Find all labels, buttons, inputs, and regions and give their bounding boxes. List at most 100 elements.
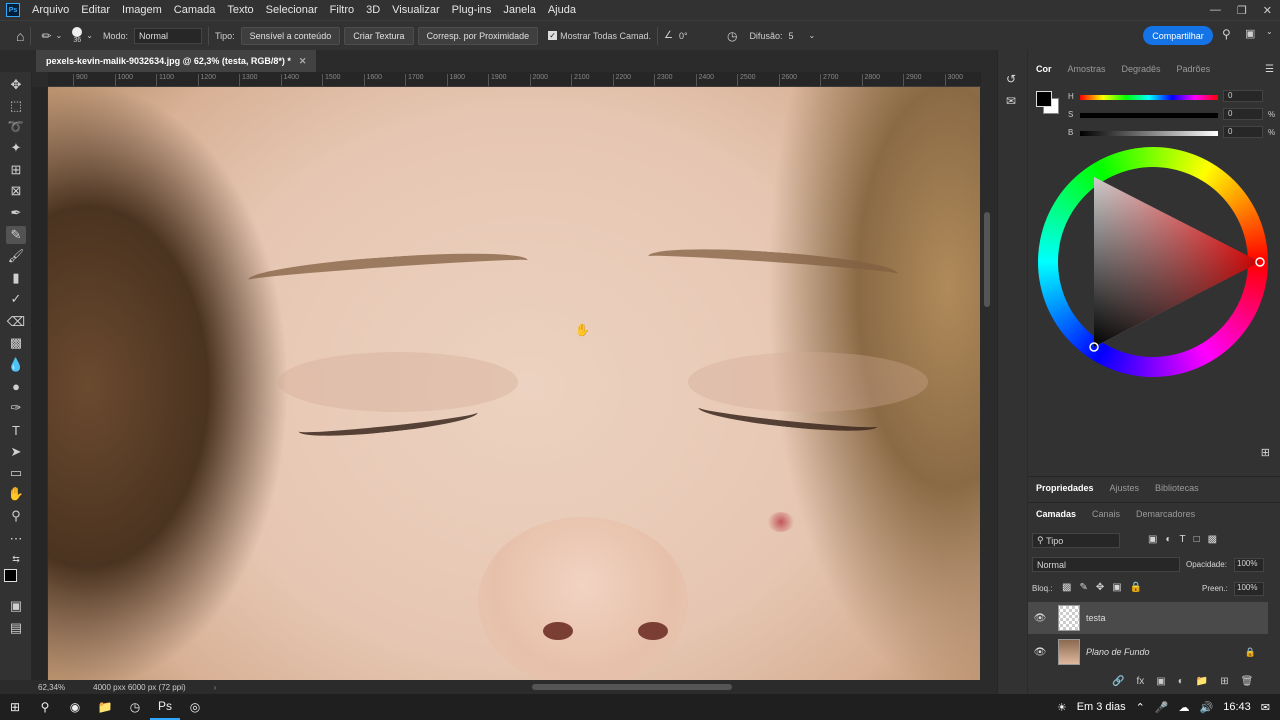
close-tab-icon[interactable]: ✕ <box>299 56 307 67</box>
notifications-icon[interactable]: ✉ <box>1261 701 1270 714</box>
chevron-up-icon[interactable]: ⌃ <box>1136 701 1145 714</box>
menu-visualizar[interactable]: Visualizar <box>386 4 446 16</box>
hue-slider[interactable]: H 0 <box>1068 90 1278 104</box>
menu-3d[interactable]: 3D <box>360 4 386 16</box>
share-button[interactable]: Compartilhar <box>1143 26 1213 45</box>
brush-preset-picker[interactable]: 36 <box>72 27 83 44</box>
color-wheel[interactable] <box>1038 147 1268 377</box>
type-tool-icon[interactable]: T <box>6 421 26 439</box>
eyedropper-tool-icon[interactable]: ✒ <box>6 204 26 222</box>
tab-cor[interactable]: Cor <box>1028 64 1060 74</box>
add-icon[interactable]: ⊞ <box>1261 446 1270 459</box>
chevron-down-icon[interactable]: ⌄ <box>808 31 815 40</box>
zoom-level[interactable]: 62,34% <box>38 683 65 692</box>
windows-start-icon[interactable]: ⊞ <box>0 694 30 720</box>
menu-camada[interactable]: Camada <box>168 4 222 16</box>
lasso-tool-icon[interactable]: ➰ <box>6 118 26 136</box>
search-icon[interactable]: ⚲ <box>30 694 60 720</box>
brush-tool-icon[interactable]: 🖌 <box>6 247 26 265</box>
document-tab[interactable]: pexels-kevin-malik-9032634.jpg @ 62,3% (… <box>36 50 317 72</box>
layer-row[interactable]: 👁 testa <box>1028 602 1268 634</box>
add-mask-icon[interactable]: ▣ <box>1156 676 1165 687</box>
diffusion-field[interactable]: 5 <box>788 31 808 41</box>
frame-tool-icon[interactable]: ⊠ <box>6 182 26 200</box>
horizontal-scrollbar-thumb[interactable] <box>532 684 732 690</box>
pen-tool-icon[interactable]: ✑ <box>6 399 26 417</box>
tab-amostras[interactable]: Amostras <box>1060 64 1114 74</box>
tab-bibliotecas[interactable]: Bibliotecas <box>1147 483 1207 493</box>
tab-padroes[interactable]: Padrões <box>1169 64 1219 74</box>
sample-all-layers-checkbox[interactable]: ✓ Mostrar Todas Camad. <box>548 31 651 41</box>
layer-name[interactable]: Plano de Fundo <box>1086 647 1150 657</box>
menu-janela[interactable]: Janela <box>497 4 541 16</box>
tab-demarcadores[interactable]: Demarcadores <box>1128 509 1203 519</box>
hand-tool-icon[interactable]: ✋ <box>6 485 26 503</box>
tab-degrades[interactable]: Degradês <box>1114 64 1169 74</box>
quick-selection-tool-icon[interactable]: ✦ <box>6 139 26 157</box>
hue-value[interactable]: 0 <box>1223 90 1263 102</box>
saturation-slider[interactable]: S 0 % <box>1068 108 1278 122</box>
layer-name[interactable]: testa <box>1086 613 1106 623</box>
tab-ajustes[interactable]: Ajustes <box>1102 483 1148 493</box>
chevron-right-icon[interactable]: › <box>214 683 217 692</box>
foreground-swatch[interactable] <box>1036 91 1052 107</box>
link-layers-icon[interactable]: 🔗 <box>1112 676 1124 687</box>
saturation-value[interactable]: 0 <box>1223 108 1263 120</box>
type-filter-icon[interactable]: T <box>1180 534 1186 545</box>
weather-text[interactable]: Em 3 dias <box>1077 701 1126 713</box>
pixel-filter-icon[interactable]: ▣ <box>1148 534 1157 545</box>
new-layer-icon[interactable]: ⊞ <box>1220 676 1228 687</box>
chevron-down-icon[interactable]: ⌄ <box>56 31 63 40</box>
chevron-down-icon[interactable]: ⌄ <box>1266 27 1273 36</box>
zoom-tool-icon[interactable]: ⚲ <box>6 507 26 525</box>
proximity-match-button[interactable]: Corresp. por Proximidade <box>417 26 539 45</box>
tab-canais[interactable]: Canais <box>1084 509 1128 519</box>
panel-menu-icon[interactable]: ☰ <box>1265 64 1274 75</box>
chevron-down-icon[interactable]: ⌄ <box>86 31 93 40</box>
scroll-thumb[interactable] <box>984 212 990 307</box>
saturation-bar[interactable] <box>1080 113 1218 118</box>
search-icon[interactable]: ⚲ <box>1222 27 1231 41</box>
lock-transparency-icon[interactable]: ▩ <box>1062 582 1071 593</box>
lock-position-icon[interactable]: ✥ <box>1096 582 1104 593</box>
workspace-icon[interactable]: ▣ <box>1245 27 1255 40</box>
menu-texto[interactable]: Texto <box>221 4 259 16</box>
menu-selecionar[interactable]: Selecionar <box>260 4 324 16</box>
home-icon[interactable]: ⌂ <box>16 28 24 44</box>
brightness-value[interactable]: 0 <box>1223 126 1263 138</box>
obs-icon[interactable]: ◎ <box>180 694 210 720</box>
network-icon[interactable]: ☁ <box>1179 701 1190 714</box>
fill-field[interactable]: 100% <box>1234 582 1264 596</box>
trash-icon[interactable]: 🗑 <box>1241 676 1254 687</box>
file-explorer-icon[interactable]: 📁 <box>90 694 120 720</box>
fx-icon[interactable]: fx <box>1136 676 1144 687</box>
gradient-tool-icon[interactable]: ▩ <box>6 334 26 352</box>
more-tools-icon[interactable]: ⋯ <box>6 530 26 548</box>
healing-brush-tool-icon[interactable]: ✎ <box>6 226 26 244</box>
chrome-icon[interactable]: ◉ <box>60 694 90 720</box>
menu-filtro[interactable]: Filtro <box>324 4 360 16</box>
tab-camadas[interactable]: Camadas <box>1028 509 1084 519</box>
menu-plugins[interactable]: Plug-ins <box>446 4 498 16</box>
menu-arquivo[interactable]: Arquivo <box>26 4 75 16</box>
close-icon[interactable]: ✕ <box>1263 4 1272 17</box>
menu-editar[interactable]: Editar <box>75 4 116 16</box>
quick-mask-icon[interactable]: ▣ <box>6 597 26 615</box>
eye-icon[interactable]: 👁 <box>1028 647 1052 658</box>
adjustment-layer-icon[interactable]: ◐ <box>1178 676 1184 687</box>
eye-icon[interactable]: 👁 <box>1028 613 1052 624</box>
menu-ajuda[interactable]: Ajuda <box>542 4 582 16</box>
lock-artboard-icon[interactable]: ▣ <box>1112 582 1121 593</box>
opacity-field[interactable]: 100% <box>1234 558 1264 572</box>
clock-time[interactable]: 16:43 <box>1223 701 1251 713</box>
crop-tool-icon[interactable]: ⊞ <box>6 161 26 179</box>
path-selection-tool-icon[interactable]: ➤ <box>6 443 26 461</box>
marquee-tool-icon[interactable]: ⬚ <box>6 97 26 115</box>
microphone-icon[interactable]: 🎤 <box>1155 701 1169 714</box>
foreground-color-swatch[interactable] <box>4 569 17 582</box>
volume-icon[interactable]: 🔊 <box>1200 701 1214 714</box>
layer-row[interactable]: 👁 Plano de Fundo 🔒 <box>1028 636 1268 668</box>
blend-mode-dropdown[interactable]: Normal <box>1032 557 1180 572</box>
screen-mode-icon[interactable]: ▤ <box>6 619 26 637</box>
angle-field[interactable]: 0° <box>679 31 719 41</box>
